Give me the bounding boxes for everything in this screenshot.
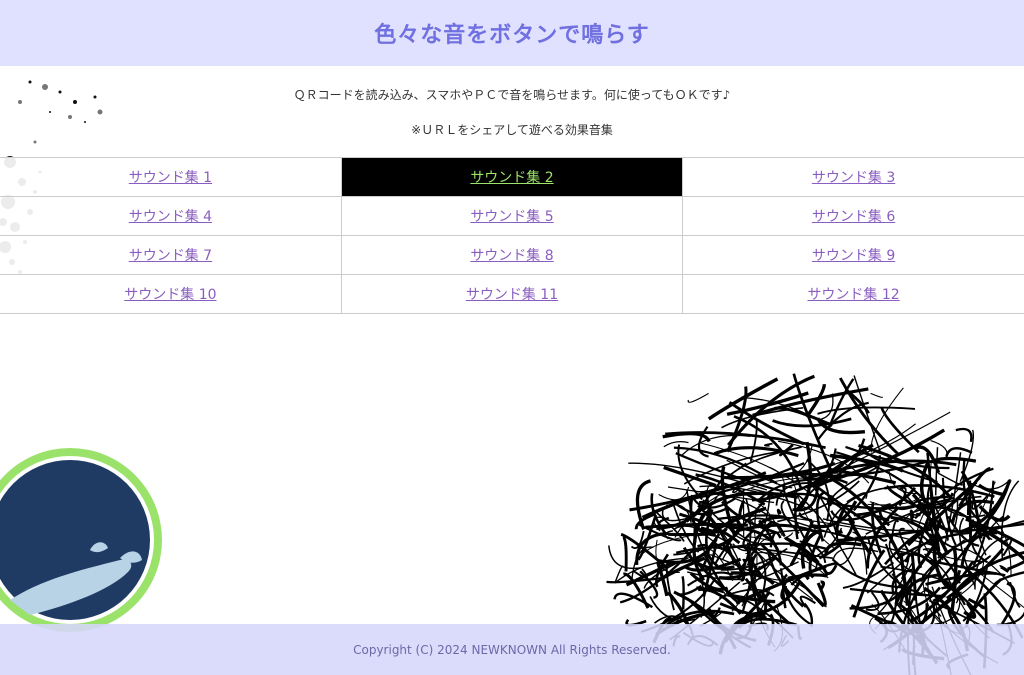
grid-cell: サウンド集 2 bbox=[340, 157, 684, 197]
sound-set-link-10[interactable]: サウンド集 10 bbox=[124, 287, 216, 303]
intro-text: ＱＲコードを読み込み、スマホやＰＣで音を鳴らせます。何に使ってもＯＫです♪ bbox=[293, 88, 731, 102]
badge-circle-icon bbox=[0, 448, 162, 632]
sound-set-link-6[interactable]: サウンド集 6 bbox=[812, 209, 895, 225]
site-header: 色々な音をボタンで鳴らす bbox=[0, 0, 1024, 66]
grid-row: サウンド集 7 サウンド集 8 サウンド集 9 bbox=[0, 235, 1024, 275]
grid-row: サウンド集 4 サウンド集 5 サウンド集 6 bbox=[0, 196, 1024, 236]
grid-cell: サウンド集 12 bbox=[682, 274, 1024, 314]
intro-note: ※ＵＲＬをシェアして遊べる効果音集 bbox=[411, 123, 613, 137]
grid-cell: サウンド集 5 bbox=[340, 196, 684, 236]
grid-cell: サウンド集 8 bbox=[340, 235, 684, 275]
grid-row: サウンド集 10 サウンド集 11 サウンド集 12 bbox=[0, 274, 1024, 314]
sound-set-link-8[interactable]: サウンド集 8 bbox=[470, 248, 553, 264]
grid-cell: サウンド集 9 bbox=[682, 235, 1024, 275]
grid-cell: サウンド集 1 bbox=[0, 157, 342, 197]
copyright-text: Copyright (C) 2024 NEWKNOWN All Rights R… bbox=[353, 642, 671, 657]
sound-set-link-7[interactable]: サウンド集 7 bbox=[129, 248, 212, 264]
sound-set-link-4[interactable]: サウンド集 4 bbox=[129, 209, 212, 225]
sound-set-link-5[interactable]: サウンド集 5 bbox=[470, 209, 553, 225]
sound-set-grid: サウンド集 1 サウンド集 2 サウンド集 3 サウンド集 4 サウンド集 5 サウンド集… bbox=[0, 157, 1024, 314]
grid-cell: サウンド集 4 bbox=[0, 196, 342, 236]
grid-cell: サウンド集 6 bbox=[682, 196, 1024, 236]
sound-set-link-3[interactable]: サウンド集 3 bbox=[812, 170, 895, 186]
sound-set-link-12[interactable]: サウンド集 12 bbox=[807, 287, 899, 303]
sound-set-link-9[interactable]: サウンド集 9 bbox=[812, 248, 895, 264]
sound-set-link-11[interactable]: サウンド集 11 bbox=[466, 287, 558, 303]
grid-cell: サウンド集 3 bbox=[682, 157, 1024, 197]
grid-cell: サウンド集 7 bbox=[0, 235, 342, 275]
sound-set-link-2[interactable]: サウンド集 2 bbox=[470, 170, 553, 186]
page-title: 色々な音をボタンで鳴らす bbox=[374, 23, 650, 48]
grid-row: サウンド集 1 サウンド集 2 サウンド集 3 bbox=[0, 157, 1024, 197]
sound-set-link-1[interactable]: サウンド集 1 bbox=[129, 170, 212, 186]
grid-cell: サウンド集 11 bbox=[340, 274, 684, 314]
grid-cell: サウンド集 10 bbox=[0, 274, 342, 314]
site-footer: Copyright (C) 2024 NEWKNOWN All Rights R… bbox=[0, 624, 1024, 675]
